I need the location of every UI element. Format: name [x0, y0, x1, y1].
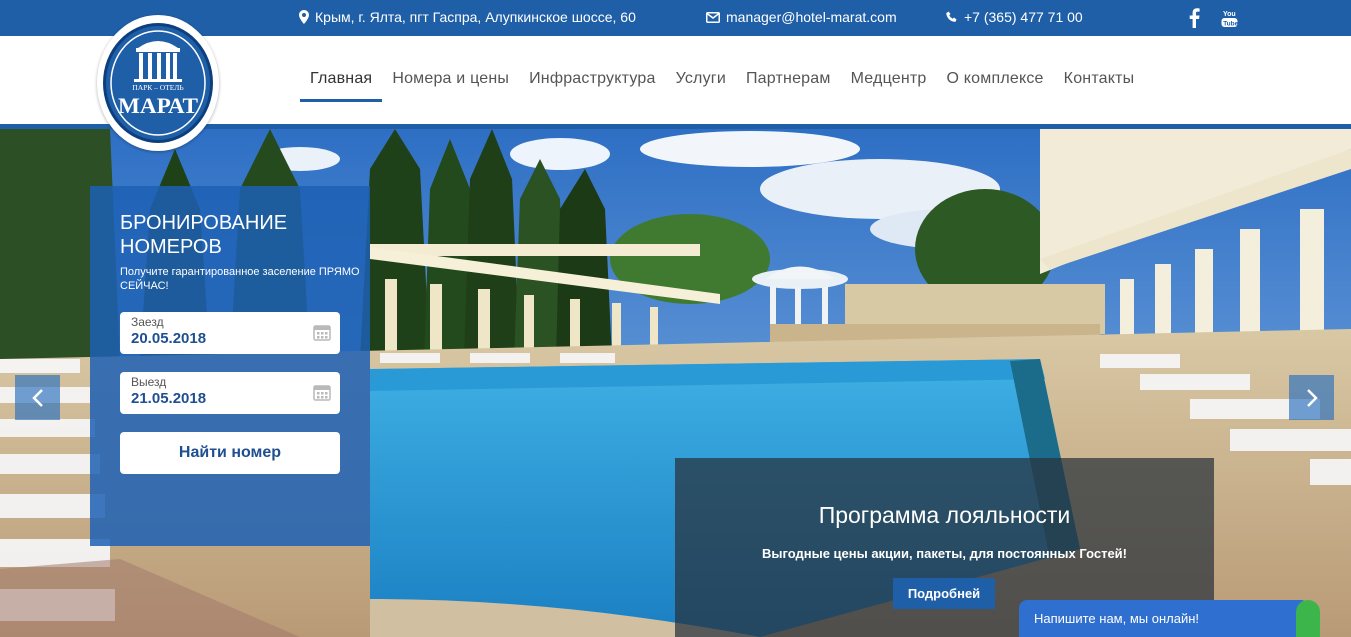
logo[interactable]: ПАРК – ОТЕЛЬ МАРАТ [97, 15, 219, 151]
logo-top-text: ПАРК – ОТЕЛЬ [132, 83, 184, 92]
nav-item-about[interactable]: О комплексе [937, 70, 1054, 88]
address-text: Крым, г. Ялта, пгт Гаспра, Алупкинское ш… [315, 9, 636, 25]
loyalty-description: Выгодные цены акции, пакеты, для постоян… [761, 546, 1127, 561]
calendar-icon[interactable] [313, 383, 331, 401]
slider-prev-button[interactable] [15, 375, 60, 420]
map-marker-icon [299, 10, 309, 24]
nav-item-services[interactable]: Услуги [666, 70, 736, 88]
youtube-link[interactable]: You Tube [1221, 8, 1238, 28]
checkin-field[interactable]: Заезд 20.05.2018 [120, 312, 340, 354]
loyalty-more-button[interactable]: Подробней [893, 578, 995, 609]
loyalty-title: Программа лояльности [818, 502, 1071, 528]
checkout-label: Выезд [131, 375, 167, 389]
slider-next-button[interactable] [1289, 375, 1334, 420]
booking-panel: БРОНИРОВАНИЕ НОМЕРОВ Получите гарантиров… [90, 186, 370, 546]
main-nav: Главная Номера и цены Инфраструктура Усл… [300, 70, 1145, 102]
chat-widget[interactable]: Напишите нам, мы онлайн! [1019, 600, 1309, 637]
phone[interactable]: +7 (365) 477 71 00 [946, 9, 1083, 25]
phone-icon [946, 11, 957, 22]
nav-item-medcenter[interactable]: Медцентр [841, 70, 937, 88]
chevron-right-icon [1306, 388, 1318, 407]
address: Крым, г. Ялта, пгт Гаспра, Алупкинское ш… [299, 9, 636, 25]
facebook-icon [1189, 8, 1200, 28]
checkin-label: Заезд [131, 315, 164, 329]
checkin-value[interactable]: 20.05.2018 [131, 330, 206, 347]
calendar-icon[interactable] [313, 323, 331, 341]
booking-title: БРОНИРОВАНИЕ НОМЕРОВ [120, 212, 288, 258]
find-room-button[interactable]: Найти номер [120, 432, 340, 474]
email-text[interactable]: manager@hotel-marat.com [726, 9, 897, 25]
chat-status-icon[interactable] [1296, 600, 1320, 637]
logo-emblem: ПАРК – ОТЕЛЬ МАРАТ [103, 23, 213, 143]
nav-item-infrastructure[interactable]: Инфраструктура [519, 70, 665, 88]
phone-text[interactable]: +7 (365) 477 71 00 [964, 9, 1083, 25]
svg-text:You: You [1223, 11, 1236, 18]
envelope-icon [706, 11, 720, 23]
facebook-link[interactable] [1188, 8, 1200, 28]
email[interactable]: manager@hotel-marat.com [706, 9, 897, 25]
checkout-value[interactable]: 21.05.2018 [131, 390, 206, 407]
youtube-icon: You Tube [1221, 11, 1238, 27]
svg-text:Tube: Tube [1223, 20, 1238, 27]
checkout-field[interactable]: Выезд 21.05.2018 [120, 372, 340, 414]
nav-item-home[interactable]: Главная [300, 70, 383, 102]
chevron-left-icon [31, 388, 43, 407]
nav-item-partners[interactable]: Партнерам [736, 70, 841, 88]
chat-label: Напишите нам, мы онлайн! [1034, 611, 1200, 626]
nav-item-contacts[interactable]: Контакты [1054, 70, 1145, 88]
booking-subtitle: Получите гарантированное заселение ПРЯМО… [120, 266, 360, 292]
logo-name-text: МАРАТ [118, 93, 198, 118]
nav-item-rooms[interactable]: Номера и цены [382, 70, 519, 88]
